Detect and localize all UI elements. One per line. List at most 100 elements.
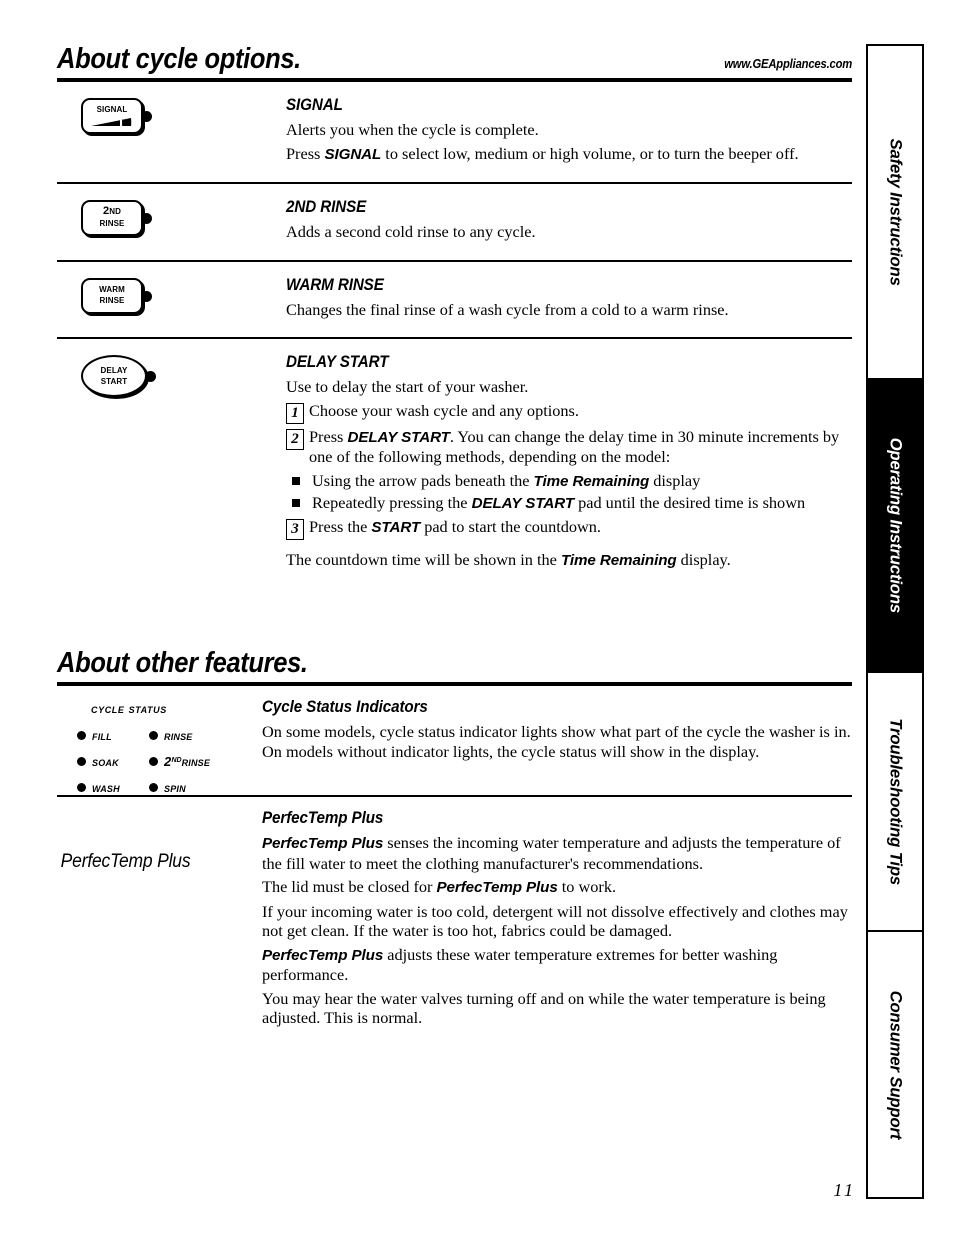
method-bullet-1: Using the arrow pads beneath the Time Re… bbox=[286, 470, 852, 492]
indicator-light-icon bbox=[149, 757, 158, 766]
second-rinse-pad-button[interactable]: 2ND RINSE bbox=[81, 200, 152, 236]
bullet1-keyword: Time Remaining bbox=[533, 472, 650, 490]
delay-start-closing: The countdown time will be shown in the … bbox=[286, 550, 852, 571]
page-header: About cycle options. www.GEAppliances.co… bbox=[57, 44, 852, 78]
other-features-header: About other features. bbox=[57, 648, 852, 682]
second-rinse-pad-cell: 2ND RINSE bbox=[57, 184, 286, 236]
delay-start-heading: DELAY START bbox=[286, 353, 389, 371]
signal-description: SIGNAL Alerts you when the cycle is comp… bbox=[286, 82, 852, 182]
tab-consumer-support[interactable]: Consumer Support bbox=[868, 932, 922, 1197]
indicator-light-icon bbox=[77, 731, 86, 740]
cycle-indicator-label: 2NDRINSE bbox=[164, 754, 210, 769]
manual-page: About cycle options. www.GEAppliances.co… bbox=[0, 0, 954, 1235]
bullet1-suffix: display bbox=[649, 470, 701, 490]
main-content: About cycle options. www.GEAppliances.co… bbox=[57, 44, 852, 1048]
perfectemp-text-1: PerfecTemp Plus senses the incoming wate… bbox=[262, 833, 852, 873]
signal-pad-button[interactable]: SIGNAL bbox=[81, 98, 152, 134]
perfectemp-text-5: You may hear the water valves turning of… bbox=[262, 988, 826, 1028]
tab-troubleshooting-tips[interactable]: Troubleshooting Tips bbox=[868, 673, 922, 933]
perfectemp-side-cell: PerfecTemp Plus bbox=[57, 797, 262, 873]
step-number-3: 3 bbox=[286, 518, 304, 540]
bullet1-prefix: Using the arrow pads beneath the bbox=[312, 470, 534, 490]
tab-label: Safety Instructions bbox=[886, 138, 905, 286]
signal-pad-label: SIGNAL bbox=[96, 103, 128, 115]
signal-keyword: SIGNAL bbox=[324, 145, 382, 163]
delay-start-step-2: 2 Press DELAY START. You can change the … bbox=[286, 427, 852, 467]
step-text-3: Press the START pad to start the countdo… bbox=[309, 517, 852, 538]
cycle-indicator-2nd-rinse: 2NDRINSE bbox=[149, 754, 262, 769]
cycle-indicator-label: SOAK bbox=[92, 754, 119, 769]
step-text-1: Choose your wash cycle and any options. bbox=[309, 400, 579, 420]
bullet2-prefix: Repeatedly pressing the bbox=[312, 492, 472, 512]
second-rinse-heading: 2ND RINSE bbox=[286, 198, 367, 216]
warm-rinse-pad-button[interactable]: WARM RINSE bbox=[81, 277, 152, 314]
cycle-indicator-spin: SPIN bbox=[149, 780, 262, 795]
warm-rinse-description: WARM RINSE Changes the final rinse of a … bbox=[286, 262, 852, 338]
cycle-indicator-label: WASH bbox=[92, 780, 120, 795]
cycle-status-panel: CYCLE STATUS FILL RINSE SOAK bbox=[57, 702, 262, 795]
signal-pad-shape: SIGNAL bbox=[81, 98, 143, 134]
signal-text-2: Press SIGNAL to select low, medium or hi… bbox=[286, 144, 852, 165]
perfectemp-keyword-4: PerfecTemp Plus bbox=[262, 946, 384, 964]
signal-p2-prefix: Press bbox=[286, 143, 325, 163]
step3-suffix: pad to start the countdown. bbox=[420, 516, 601, 536]
perfectemp-description: PerfecTemp Plus PerfecTemp Plus senses t… bbox=[262, 797, 852, 1048]
step2-prefix: Press bbox=[309, 426, 348, 446]
delay-start-method-list: Using the arrow pads beneath the Time Re… bbox=[286, 470, 852, 514]
feature-perfectemp: PerfecTemp Plus PerfecTemp Plus PerfecTe… bbox=[57, 797, 852, 1048]
warm-rinse-heading: WARM RINSE bbox=[286, 275, 384, 294]
warm-rinse-pad-label-2: RINSE bbox=[99, 294, 125, 306]
delay-start-intro: Use to delay the start of your washer. bbox=[286, 377, 529, 396]
page-number: 11 bbox=[833, 1180, 856, 1200]
cycle-indicator-wash: WASH bbox=[77, 780, 141, 795]
delay-start-step-3: 3 Press the START pad to start the count… bbox=[286, 517, 852, 540]
second-rinse-ordinal: ND bbox=[171, 757, 182, 765]
signal-p2-suffix: to select low, medium or high volume, or… bbox=[381, 143, 799, 163]
perfectemp-text-3: If your incoming water is too cold, dete… bbox=[262, 901, 848, 941]
cycle-option-delay-start: DELAY START DELAY START Use to delay the… bbox=[57, 339, 852, 588]
cycle-status-panel-title: CYCLE STATUS bbox=[91, 702, 167, 716]
cycle-option-warm-rinse: WARM RINSE WARM RINSE Changes the final … bbox=[57, 262, 852, 338]
perfectemp-p2-prefix: The lid must be closed for bbox=[262, 877, 437, 896]
method-bullet-2: Repeatedly pressing the DELAY START pad … bbox=[286, 492, 852, 514]
cycle-status-description: Cycle Status Indicators On some models, … bbox=[262, 686, 852, 781]
cycle-indicator-fill: FILL bbox=[77, 728, 141, 743]
second-rinse-description: 2ND RINSE Adds a second cold rinse to an… bbox=[286, 184, 852, 260]
warm-rinse-pad-cell: WARM RINSE bbox=[57, 262, 286, 314]
step3-keyword: START bbox=[371, 518, 421, 536]
step-text-2: Press DELAY START. You can change the de… bbox=[309, 427, 852, 467]
step2-keyword: DELAY START bbox=[347, 428, 450, 446]
cycle-indicator-label: RINSE bbox=[164, 728, 193, 743]
indicator-light-icon bbox=[77, 757, 86, 766]
delay-start-indicator-dot bbox=[145, 371, 156, 382]
step-number-2: 2 bbox=[286, 428, 304, 450]
feature-cycle-status: CYCLE STATUS FILL RINSE SOAK bbox=[57, 686, 852, 795]
warm-rinse-indicator-dot bbox=[141, 290, 152, 302]
delay-start-pad-button[interactable]: DELAY START bbox=[81, 355, 156, 397]
section-tab-rail: Safety Instructions Operating Instructio… bbox=[866, 44, 924, 1199]
cycle-option-2nd-rinse: 2ND RINSE 2ND RINSE Adds a second cold r… bbox=[57, 184, 852, 260]
signal-heading: SIGNAL bbox=[286, 96, 343, 114]
signal-indicator-dot bbox=[141, 110, 152, 122]
perfectemp-keyword-1: PerfecTemp Plus bbox=[262, 835, 384, 852]
volume-wedge-icon bbox=[91, 117, 133, 127]
tab-operating-instructions[interactable]: Operating Instructions bbox=[868, 379, 922, 674]
closing-prefix: The countdown time will be shown in the bbox=[286, 549, 561, 569]
website-url: www.GEAppliances.com bbox=[724, 57, 852, 71]
bullet2-keyword: DELAY START bbox=[471, 494, 575, 512]
signal-pad-cell: SIGNAL bbox=[57, 82, 286, 134]
step3-prefix: Press the bbox=[309, 516, 372, 536]
perfectemp-text-2: The lid must be closed for PerfecTemp Pl… bbox=[262, 877, 852, 898]
indicator-light-icon bbox=[149, 731, 158, 740]
warm-rinse-pad-shape: WARM RINSE bbox=[81, 277, 143, 314]
cycle-option-signal: SIGNAL SIGNAL Alerts you when th bbox=[57, 82, 852, 182]
perfectemp-heading: PerfecTemp Plus bbox=[262, 809, 384, 827]
tab-safety-instructions[interactable]: Safety Instructions bbox=[868, 46, 922, 380]
step-number-1: 1 bbox=[286, 402, 304, 424]
tab-label: Operating Instructions bbox=[886, 437, 905, 614]
indicator-light-icon bbox=[77, 783, 86, 792]
second-rinse-pad-label-1: 2ND bbox=[103, 205, 121, 217]
second-rinse-word: RINSE bbox=[181, 754, 211, 769]
second-rinse-text-1: Adds a second cold rinse to any cycle. bbox=[286, 222, 536, 241]
